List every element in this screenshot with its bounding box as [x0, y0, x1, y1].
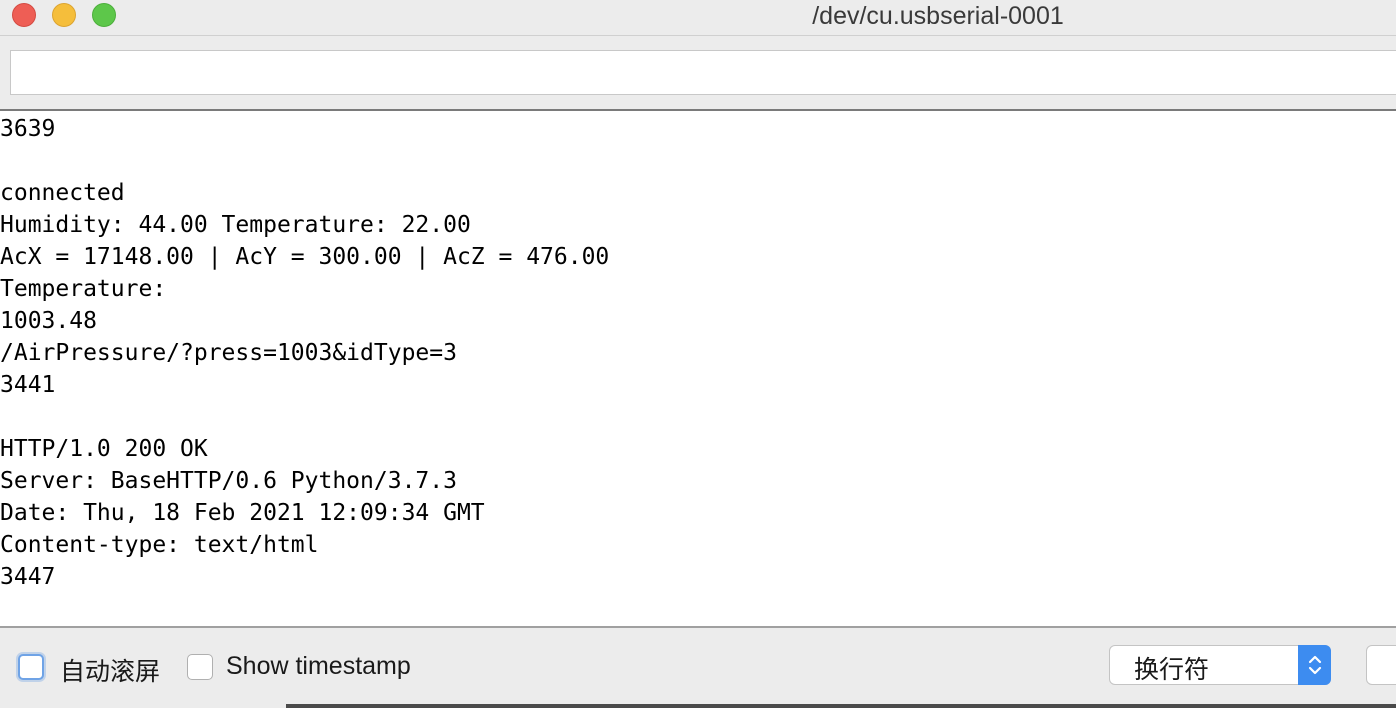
minimize-button[interactable]: [52, 3, 76, 27]
output-line: Server: BaseHTTP/0.6 Python/3.7.3: [0, 468, 457, 494]
show-timestamp-label[interactable]: Show timestamp: [226, 652, 411, 681]
line-ending-value: 换行符: [1134, 655, 1210, 684]
title-bar: /dev/cu.usbserial-0001: [0, 0, 1396, 30]
output-line: 3447: [0, 564, 56, 590]
bottom-toolbar: 自动滚屏 Show timestamp 换行符: [0, 628, 1396, 708]
title-divider: [0, 35, 1396, 36]
close-button[interactable]: [12, 3, 36, 27]
autoscroll-checkbox[interactable]: [18, 654, 44, 680]
serial-monitor-window: /dev/cu.usbserial-0001 3639 connected Hu…: [0, 0, 1396, 708]
output-line: HTTP/1.0 200 OK: [0, 436, 208, 462]
baud-rate-select[interactable]: [1366, 645, 1396, 685]
output-line: Temperature:: [0, 276, 167, 302]
output-line: 3639: [0, 116, 56, 142]
send-field-container: [10, 50, 1396, 95]
output-line: Humidity: 44.00 Temperature: 22.00: [0, 212, 471, 238]
output-line: /AirPressure/?press=1003&idType=3: [0, 340, 457, 366]
output-line: 3441: [0, 372, 56, 398]
output-line: 1003.48: [0, 308, 97, 334]
autoscroll-label[interactable]: 自动滚屏: [60, 652, 160, 688]
send-input[interactable]: [11, 51, 1396, 94]
chevron-up-down-icon: [1298, 645, 1331, 685]
show-timestamp-checkbox[interactable]: [187, 654, 213, 680]
output-line: Content-type: text/html: [0, 532, 319, 558]
output-line: AcX = 17148.00 | AcY = 300.00 | AcZ = 47…: [0, 244, 610, 270]
serial-output-area[interactable]: 3639 connected Humidity: 44.00 Temperatu…: [0, 111, 1396, 626]
line-ending-select[interactable]: 换行符: [1109, 645, 1331, 685]
output-line: Date: Thu, 18 Feb 2021 12:09:34 GMT: [0, 500, 485, 526]
window-title: /dev/cu.usbserial-0001: [812, 2, 1064, 30]
output-line: connected: [0, 180, 125, 206]
window-bottom-edge: [286, 704, 1396, 708]
zoom-button[interactable]: [92, 3, 116, 27]
